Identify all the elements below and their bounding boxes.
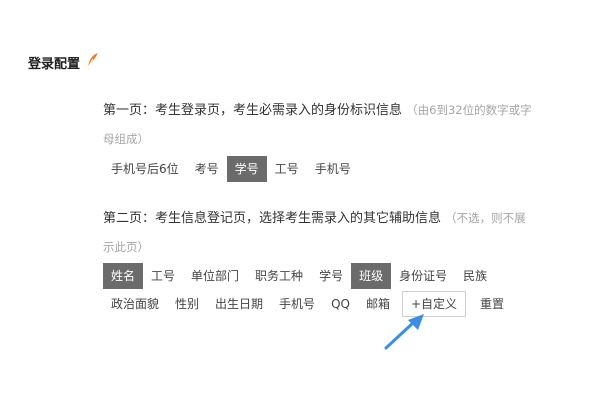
chip-option[interactable]: 性别 xyxy=(167,291,207,317)
chip-option[interactable]: 身份证号 xyxy=(391,263,455,289)
chip-option[interactable]: 学号 xyxy=(226,156,267,182)
section2-description: 第二页：考生信息登记页，选择考生需录入的其它辅助信息 （不选，则不展 xyxy=(103,204,573,233)
section1-hint-cont: 母组成） xyxy=(103,132,149,146)
chip-option[interactable]: 工号 xyxy=(267,156,307,182)
chip-option[interactable]: 考号 xyxy=(187,156,227,182)
chip-option[interactable]: 手机号 xyxy=(271,291,323,317)
section2-chips-row2: 政治面貌 性别 出生日期 手机号 QQ 邮箱 +自定义 重置 xyxy=(103,291,573,317)
chip-option[interactable]: 学号 xyxy=(311,263,351,289)
page-title: 登录配置 xyxy=(28,52,100,72)
section2-hint: （不选，则不展 xyxy=(445,211,526,225)
chip-option[interactable]: 手机号 xyxy=(307,156,359,182)
section2-hint-cont: 示此页） xyxy=(103,240,149,254)
section1-desc-text: 第一页：考生登录页，考生必需录入的身份标识信息 xyxy=(103,103,403,118)
chip-option[interactable]: QQ xyxy=(323,291,358,317)
section-info-page: 第二页：考生信息登记页，选择考生需录入的其它辅助信息 （不选，则不展 示此页） … xyxy=(103,204,573,317)
page-title-text: 登录配置 xyxy=(28,56,81,72)
chip-option[interactable]: 工号 xyxy=(143,263,183,289)
section2-desc-text: 第二页：考生信息登记页，选择考生需录入的其它辅助信息 xyxy=(103,211,442,226)
chip-option[interactable]: 出生日期 xyxy=(207,291,271,317)
section2-chips-row1: 姓名 工号 单位部门 职务工种 学号 班级 身份证号 民族 xyxy=(103,263,573,289)
chip-option[interactable]: 班级 xyxy=(351,263,392,289)
reset-button[interactable]: 重置 xyxy=(472,291,512,317)
chip-option[interactable]: 民族 xyxy=(455,263,495,289)
section1-hint: （由6到32位的数字或字 xyxy=(406,103,532,117)
chip-option[interactable]: 单位部门 xyxy=(183,263,247,289)
chip-option[interactable]: 姓名 xyxy=(103,263,144,289)
section-login-page: 第一页：考生登录页，考生必需录入的身份标识信息 （由6到32位的数字或字 母组成… xyxy=(103,96,573,182)
section1-description: 第一页：考生登录页，考生必需录入的身份标识信息 （由6到32位的数字或字 xyxy=(103,96,573,125)
arrow-pointer-icon xyxy=(384,314,424,350)
feather-pen-icon xyxy=(86,52,100,72)
chip-option[interactable]: 职务工种 xyxy=(247,263,311,289)
chip-option[interactable]: 政治面貌 xyxy=(103,291,167,317)
chip-option[interactable]: 手机号后6位 xyxy=(103,156,187,182)
section1-chips: 手机号后6位 考号 学号 工号 手机号 xyxy=(103,156,573,182)
